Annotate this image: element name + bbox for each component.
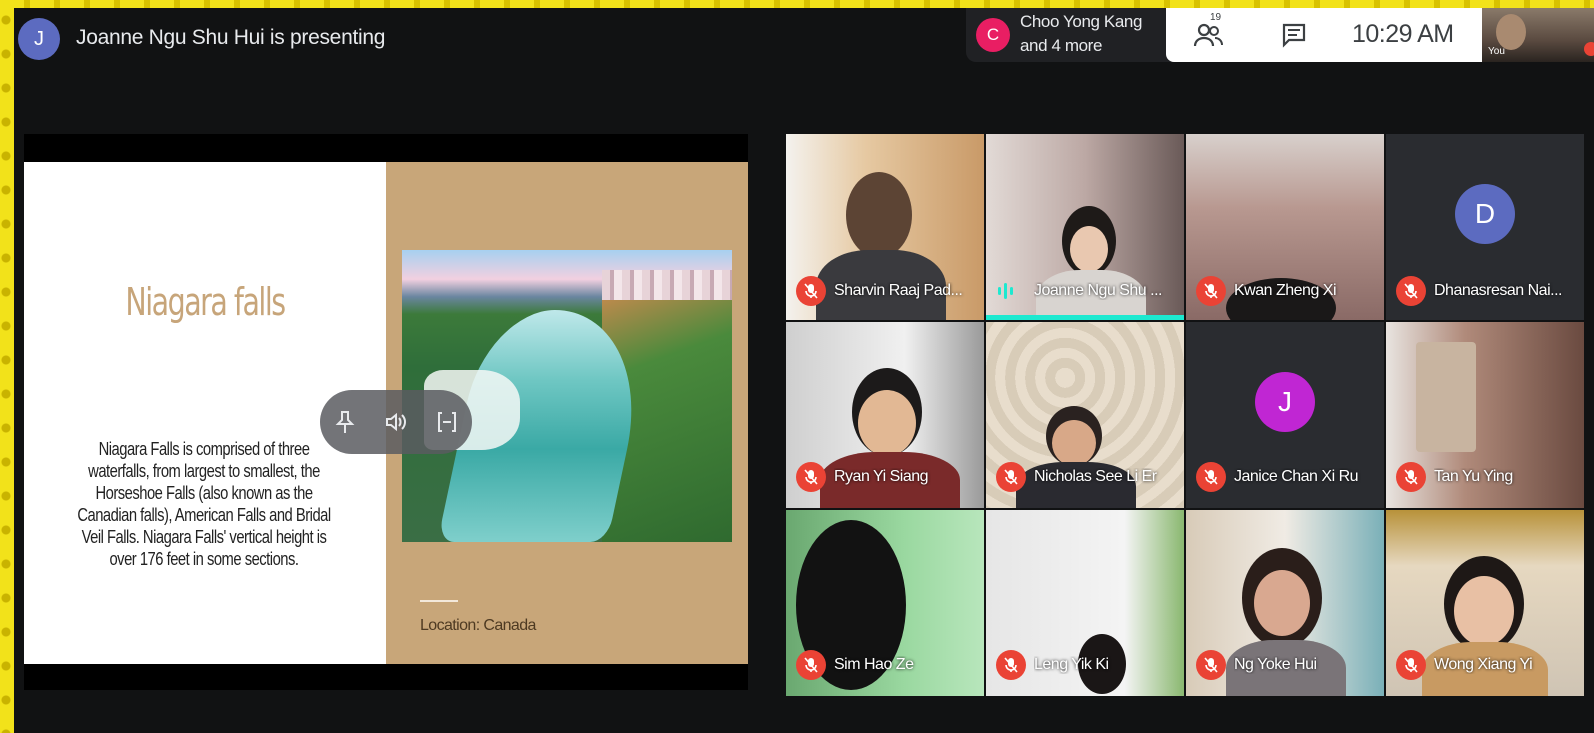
mic-off-icon bbox=[996, 650, 1026, 680]
participant-tile[interactable]: Ng Yoke Hui bbox=[1186, 510, 1384, 696]
video-person bbox=[846, 172, 912, 258]
desktop-background-top bbox=[0, 0, 1594, 8]
participant-grid: Sharvin Raaj Pad... Joanne Ngu Shu ... K… bbox=[786, 134, 1594, 696]
participant-tile[interactable]: Leng Yik Ki bbox=[986, 510, 1184, 696]
participants-preview-chip[interactable]: C Choo Yong Kang and 4 more bbox=[966, 8, 1174, 62]
participant-name: Ryan Yi Siang bbox=[834, 468, 929, 485]
volume-icon bbox=[385, 412, 406, 432]
fit-screen-button[interactable] bbox=[430, 405, 464, 439]
people-icon bbox=[1193, 23, 1223, 47]
fit-screen-icon bbox=[437, 412, 456, 432]
top-bar: J Joanne Ngu Shu Hui is presenting C Cho… bbox=[14, 8, 1594, 66]
mic-off-icon bbox=[1396, 276, 1426, 306]
participant-name: Nicholas See Li Er bbox=[1034, 468, 1157, 485]
mic-off-icon bbox=[796, 650, 826, 680]
participant-name: Wong Xiang Yi bbox=[1434, 656, 1533, 673]
video-face bbox=[1454, 576, 1514, 646]
slide-body-text: Niagara Falls is comprised of three wate… bbox=[77, 439, 331, 569]
participant-name: Ng Yoke Hui bbox=[1234, 656, 1317, 673]
participant-tile[interactable]: Sharvin Raaj Pad... bbox=[786, 134, 984, 320]
presentation-controls bbox=[320, 390, 472, 454]
participant-tile[interactable]: D Dhanasresan Nai... bbox=[1386, 134, 1584, 320]
participant-name: Tan Yu Ying bbox=[1434, 468, 1513, 485]
mic-off-icon bbox=[1396, 650, 1426, 680]
pin-button[interactable] bbox=[328, 405, 362, 439]
participant-name: Kwan Zheng Xi bbox=[1234, 282, 1337, 299]
participant-tile[interactable]: Wong Xiang Yi bbox=[1386, 510, 1584, 696]
people-button[interactable] bbox=[1188, 18, 1228, 52]
participant-tile[interactable]: Sim Hao Ze bbox=[786, 510, 984, 696]
video-face bbox=[1254, 570, 1310, 636]
participant-tile[interactable]: Tan Yu Ying bbox=[1386, 322, 1584, 508]
presenter-avatar: J bbox=[18, 18, 60, 60]
video-face bbox=[858, 390, 916, 456]
video-shelf bbox=[1416, 342, 1476, 452]
participant-tile[interactable]: Ryan Yi Siang bbox=[786, 322, 984, 508]
video-face bbox=[1052, 420, 1096, 466]
desktop-background-left bbox=[0, 0, 14, 733]
participant-name: Dhanasresan Nai... bbox=[1434, 282, 1562, 299]
participant-name: Sim Hao Ze bbox=[834, 656, 914, 673]
participant-tile[interactable]: Joanne Ngu Shu ... bbox=[986, 134, 1184, 320]
presentation-stage: Niagara falls Niagara Falls is comprised… bbox=[24, 134, 748, 690]
pin-icon bbox=[335, 411, 355, 433]
volume-button[interactable] bbox=[379, 405, 413, 439]
self-video-person bbox=[1496, 14, 1526, 50]
speaking-audio-icon bbox=[998, 282, 1022, 300]
recording-dot-icon bbox=[1584, 42, 1594, 56]
active-speaker-bar bbox=[986, 315, 1184, 320]
participant-tile[interactable]: J Janice Chan Xi Ru bbox=[1186, 322, 1384, 508]
chat-button[interactable] bbox=[1276, 18, 1312, 52]
meet-window: J Joanne Ngu Shu Hui is presenting C Cho… bbox=[14, 8, 1594, 733]
mic-off-icon bbox=[796, 276, 826, 306]
participant-tile[interactable]: Kwan Zheng Xi bbox=[1186, 134, 1384, 320]
participant-avatar: C bbox=[976, 18, 1010, 52]
presenter-status-text: Joanne Ngu Shu Hui is presenting bbox=[76, 26, 386, 49]
participant-name: Leng Yik Ki bbox=[1034, 656, 1109, 673]
utility-panel: 19 10:29 AM bbox=[1166, 8, 1482, 62]
participant-name: Janice Chan Xi Ru bbox=[1234, 468, 1359, 485]
slide-divider bbox=[420, 600, 458, 602]
participant-tile[interactable]: Nicholas See Li Er bbox=[986, 322, 1184, 508]
participant-name: Joanne Ngu Shu ... bbox=[1034, 282, 1162, 299]
slide-title: Niagara falls bbox=[125, 280, 286, 324]
mic-off-icon bbox=[1196, 462, 1226, 492]
mic-off-icon bbox=[796, 462, 826, 492]
participant-avatar: J bbox=[1255, 372, 1315, 432]
slide-caption: Location: Canada bbox=[420, 617, 536, 634]
photo-skyline bbox=[602, 270, 732, 300]
mic-off-icon bbox=[1196, 650, 1226, 680]
participant-name: Sharvin Raaj Pad... bbox=[834, 282, 963, 299]
people-count-badge: 19 bbox=[1210, 12, 1222, 23]
mic-off-icon bbox=[996, 462, 1026, 492]
clock: 10:29 AM bbox=[1352, 20, 1454, 48]
participants-preview-line2: and 4 more bbox=[1020, 36, 1102, 55]
chat-icon bbox=[1282, 23, 1306, 48]
self-view-thumbnail[interactable]: You bbox=[1482, 8, 1594, 62]
self-view-label: You bbox=[1488, 46, 1505, 57]
participant-avatar: D bbox=[1455, 184, 1515, 244]
participants-preview-text: Choo Yong Kang and 4 more bbox=[1020, 10, 1170, 58]
participants-preview-line1: Choo Yong Kang bbox=[1020, 12, 1143, 31]
mic-off-icon bbox=[1396, 462, 1426, 492]
mic-off-icon bbox=[1196, 276, 1226, 306]
video-face bbox=[1070, 226, 1108, 272]
